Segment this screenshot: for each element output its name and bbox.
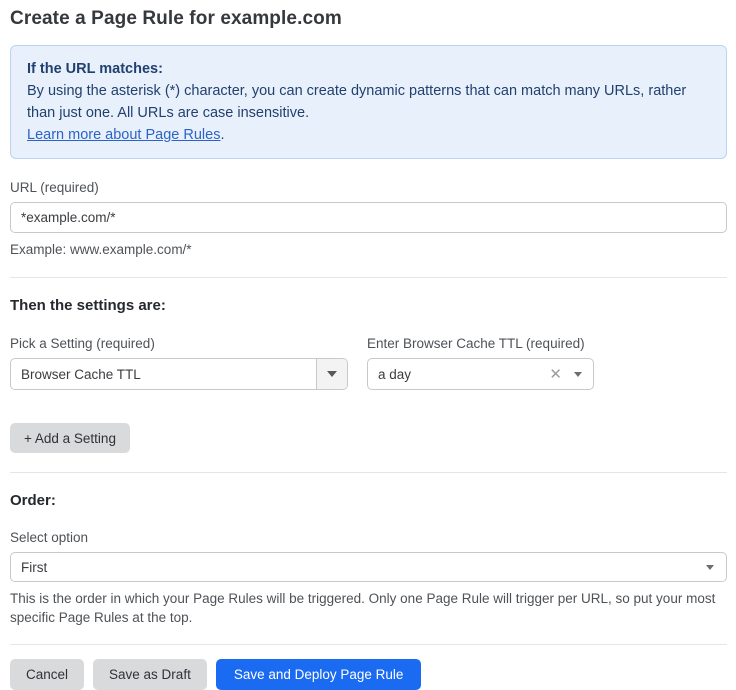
learn-more-link[interactable]: Learn more about Page Rules (27, 127, 220, 143)
page-title: Create a Page Rule for example.com (10, 8, 727, 30)
divider (10, 472, 727, 473)
order-select[interactable]: First (10, 552, 727, 582)
cancel-button[interactable]: Cancel (10, 659, 84, 690)
ttl-picker-label: Enter Browser Cache TTL (required) (367, 336, 594, 351)
ttl-picker-column: Enter Browser Cache TTL (required) a day… (367, 315, 594, 390)
url-input[interactable] (10, 202, 727, 233)
link-period: . (220, 127, 224, 143)
setting-picker-column: Pick a Setting (required) Browser Cache … (10, 315, 348, 390)
setting-picker-value: Browser Cache TTL (11, 359, 316, 389)
footer-actions: Cancel Save as Draft Save and Deploy Pag… (10, 659, 727, 690)
order-select-icons (694, 553, 726, 581)
info-box-heading: If the URL matches: (27, 58, 710, 80)
settings-row: Pick a Setting (required) Browser Cache … (10, 315, 727, 390)
divider (10, 644, 727, 645)
url-match-info-box: If the URL matches: By using the asteris… (10, 45, 727, 159)
ttl-picker-icons: ✕ (538, 359, 593, 389)
ttl-picker-select[interactable]: a day ✕ (367, 358, 594, 390)
clear-icon[interactable]: ✕ (549, 367, 562, 382)
order-section-heading: Order: (10, 492, 727, 509)
setting-picker-arrow-cell[interactable] (316, 359, 347, 389)
order-select-value: First (11, 553, 694, 581)
save-and-deploy-button[interactable]: Save and Deploy Page Rule (216, 659, 422, 690)
info-box-body: By using the asterisk (*) character, you… (27, 80, 710, 146)
url-example-helper: Example: www.example.com/* (10, 240, 727, 259)
save-as-draft-button[interactable]: Save as Draft (93, 659, 207, 690)
add-setting-button[interactable]: + Add a Setting (10, 423, 130, 453)
chevron-down-icon (706, 565, 714, 570)
info-box-body-text: By using the asterisk (*) character, you… (27, 83, 686, 121)
setting-picker-label: Pick a Setting (required) (10, 336, 348, 351)
order-helper-text: This is the order in which your Page Rul… (10, 589, 727, 627)
chevron-down-icon (327, 371, 337, 377)
divider (10, 277, 727, 278)
chevron-down-icon[interactable] (574, 372, 582, 377)
url-field-label: URL (required) (10, 180, 727, 195)
order-select-label: Select option (10, 530, 727, 545)
ttl-picker-value: a day (368, 359, 538, 389)
settings-section-heading: Then the settings are: (10, 297, 727, 314)
setting-picker-select[interactable]: Browser Cache TTL (10, 358, 348, 390)
